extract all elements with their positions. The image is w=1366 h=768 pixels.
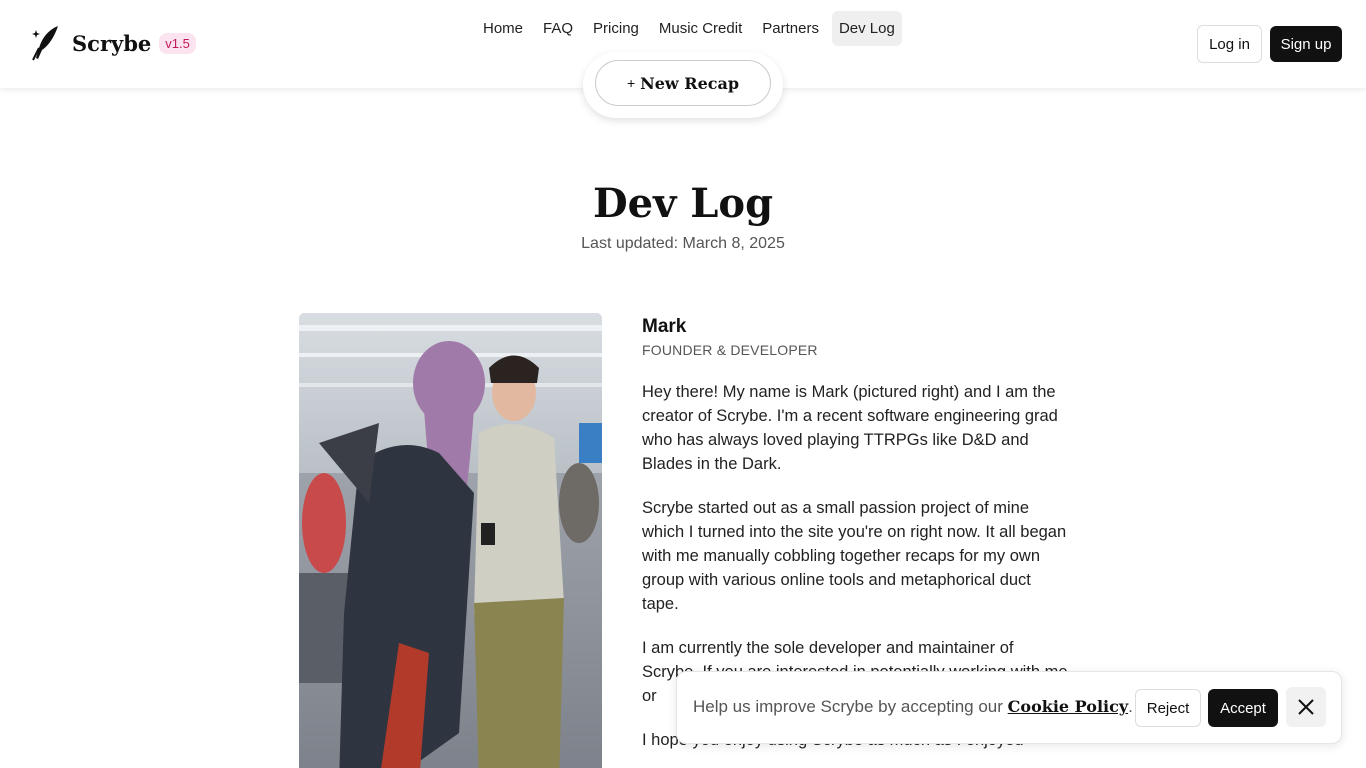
nav-music-credit[interactable]: Music Credit (652, 11, 749, 46)
new-recap-button[interactable]: + New Recap (595, 60, 771, 106)
nav-faq[interactable]: FAQ (536, 11, 580, 46)
signup-button[interactable]: Sign up (1270, 26, 1342, 62)
login-button[interactable]: Log in (1197, 25, 1262, 63)
plus-icon: + (626, 75, 636, 91)
nav-home[interactable]: Home (476, 11, 530, 46)
new-recap-container: + New Recap (583, 52, 783, 118)
accept-button[interactable]: Accept (1208, 689, 1278, 727)
quill-icon (32, 26, 58, 61)
cosplay-photo-image (299, 313, 602, 768)
nav-partners[interactable]: Partners (755, 11, 826, 46)
bio-role: FOUNDER & DEVELOPER (642, 342, 818, 358)
bio-paragraph: Scrybe started out as a small passion pr… (642, 499, 1067, 613)
new-recap-label: New Recap (640, 73, 740, 93)
page-title: Dev Log (592, 180, 774, 227)
nav-pricing[interactable]: Pricing (586, 11, 646, 46)
cookie-text: Help us improve Scrybe by accepting our (693, 697, 1003, 716)
profile-photo (299, 313, 602, 768)
close-button[interactable] (1286, 687, 1326, 727)
cookie-banner: Help us improve Scrybe by accepting our … (676, 671, 1342, 744)
cookie-message: Help us improve Scrybe by accepting our … (693, 697, 1133, 717)
bio-name: Mark (642, 316, 687, 337)
main-nav: Home FAQ Pricing Music Credit Partners D… (476, 11, 908, 46)
bio-paragraph: Hey there! My name is Mark (pictured rig… (642, 383, 1058, 473)
reject-button[interactable]: Reject (1135, 689, 1201, 727)
logo[interactable]: Scrybe v1.5 (30, 24, 196, 62)
brand-name: Scrybe (72, 30, 152, 56)
nav-dev-log[interactable]: Dev Log (831, 11, 902, 46)
last-updated: Last updated: March 8, 2025 (581, 235, 785, 252)
close-icon (1298, 699, 1314, 715)
cookie-policy-link[interactable]: Cookie Policy (1008, 697, 1128, 716)
version-badge: v1.5 (159, 32, 196, 54)
cookie-period: . (1128, 697, 1133, 716)
